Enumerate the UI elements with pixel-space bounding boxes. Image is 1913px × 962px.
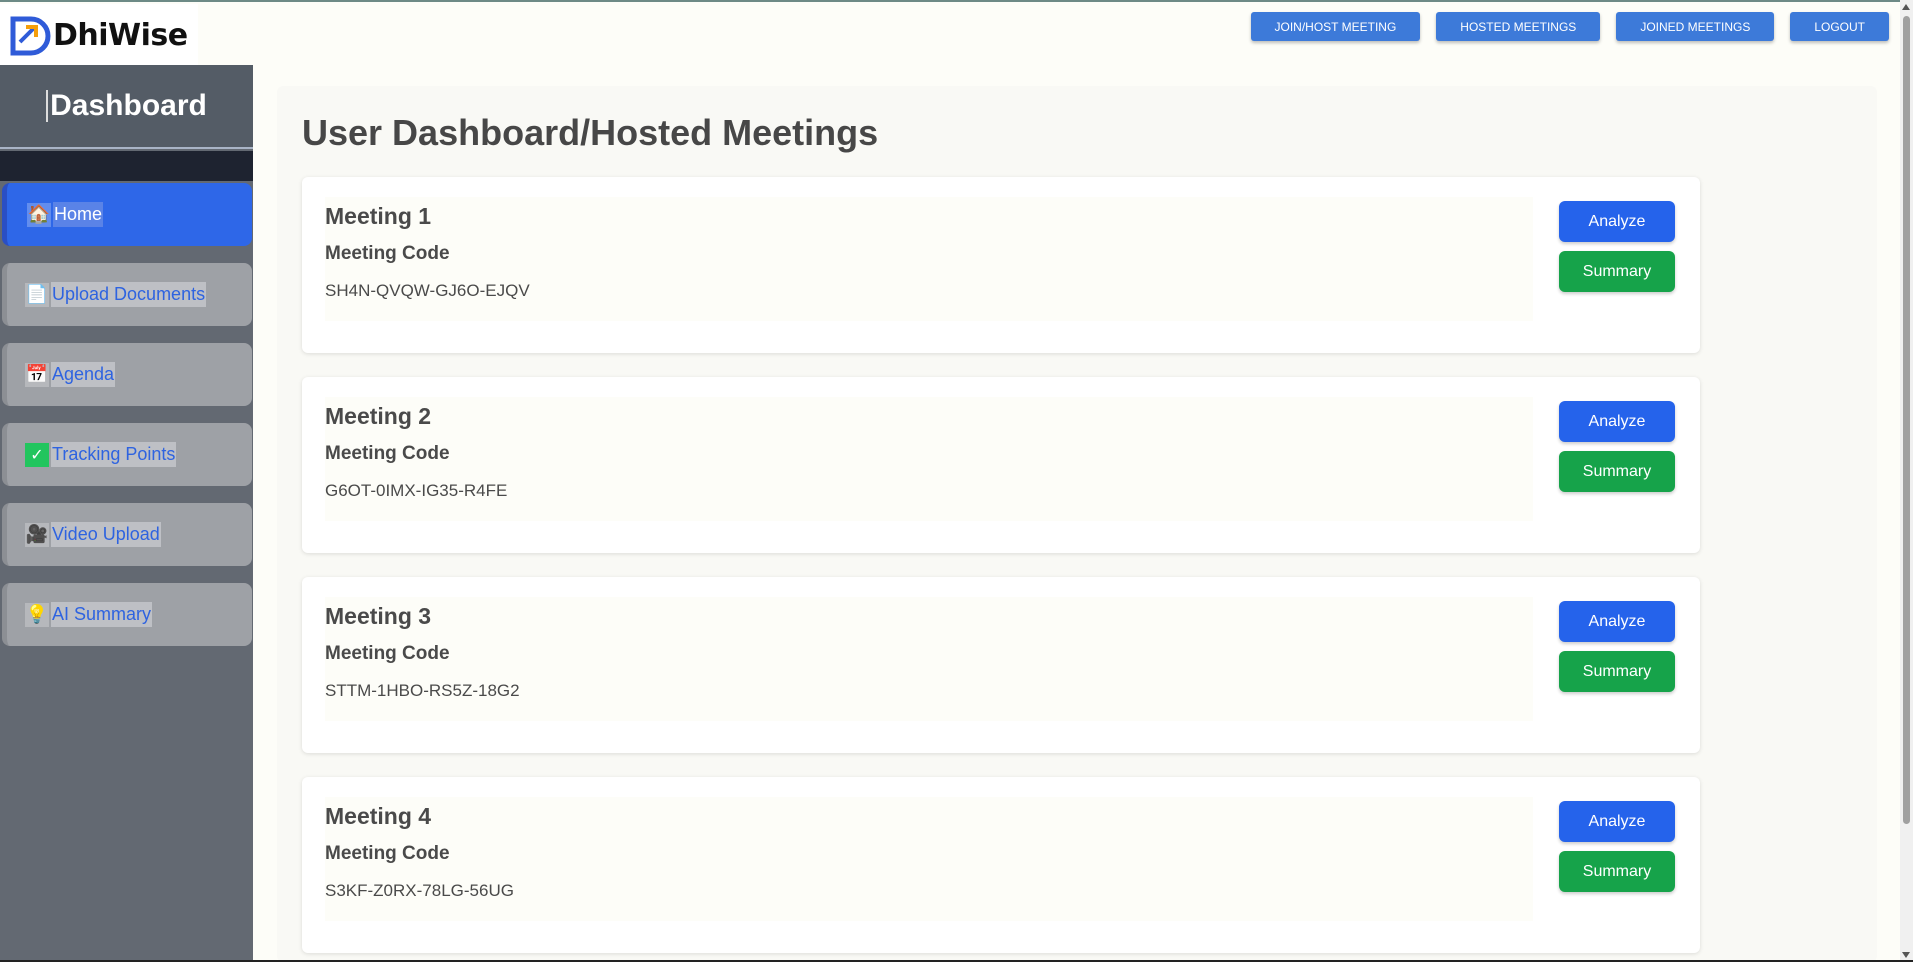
sidebar-item-label: Video Upload [51, 522, 161, 547]
sidebar-title: Dashboard [46, 90, 207, 122]
lightbulb-icon: 💡 [25, 602, 49, 627]
top-header: DhiWise JOIN/HOST MEETING HOSTED MEETING… [0, 0, 1913, 67]
brand-logo[interactable]: DhiWise [0, 4, 198, 67]
meeting-title: Meeting 4 [325, 803, 432, 829]
main-content: User Dashboard/Hosted Meetings Meeting 1… [277, 86, 1877, 962]
dhiwise-logo-icon [10, 16, 51, 55]
logout-button[interactable]: LOGOUT [1790, 12, 1889, 41]
meeting-card: Meeting 3 Meeting Code STTM-1HBO-RS5Z-18… [302, 577, 1700, 753]
sidebar-item-label: Home [53, 202, 104, 227]
summary-button[interactable]: Summary [1559, 851, 1675, 892]
analyze-button[interactable]: Analyze [1559, 801, 1675, 842]
sidebar-header: Dashboard [0, 65, 253, 149]
sidebar-item-label: Agenda [51, 362, 116, 387]
meeting-code: S3KF-Z0RX-78LG-56UG [325, 881, 514, 900]
document-icon: 📄 [25, 282, 49, 307]
meeting-code-label: Meeting Code [325, 843, 450, 864]
page-scrollbar[interactable] [1900, 0, 1913, 962]
meeting-card: Meeting 1 Meeting Code SH4N-QVQW-GJ6O-EJ… [302, 177, 1700, 353]
meeting-code-label: Meeting Code [325, 643, 450, 664]
summary-button[interactable]: Summary [1559, 251, 1675, 292]
checkmark-icon: ✓ [25, 442, 49, 467]
scrollbar-thumb[interactable] [1903, 16, 1910, 824]
sidebar-item-ai-summary[interactable]: 💡 AI Summary [2, 583, 252, 646]
sidebar-item-tracking-points[interactable]: ✓ Tracking Points [2, 423, 252, 486]
meeting-title: Meeting 1 [325, 203, 432, 229]
sidebar-item-video-upload[interactable]: 🎥 Video Upload [2, 503, 252, 566]
sidebar-item-label: Upload Documents [51, 282, 207, 307]
hosted-meetings-button[interactable]: HOSTED MEETINGS [1436, 12, 1601, 41]
sidebar-item-home[interactable]: 🏠 Home [2, 183, 252, 246]
page-title: User Dashboard/Hosted Meetings [302, 112, 879, 153]
meeting-card: Meeting 2 Meeting Code G6OT-0IMX-IG35-R4… [302, 377, 1700, 553]
meeting-card: Meeting 4 Meeting Code S3KF-Z0RX-78LG-56… [302, 777, 1700, 953]
joined-meetings-button[interactable]: JOINED MEETINGS [1616, 12, 1775, 41]
join-host-meeting-button[interactable]: JOIN/HOST MEETING [1250, 12, 1421, 41]
calendar-icon: 📅 [25, 362, 49, 387]
top-navigation: JOIN/HOST MEETING HOSTED MEETINGS JOINED… [1250, 12, 1889, 41]
meeting-code: G6OT-0IMX-IG35-R4FE [325, 481, 508, 500]
sidebar-item-label: Tracking Points [51, 442, 177, 467]
analyze-button[interactable]: Analyze [1559, 601, 1675, 642]
video-camera-icon: 🎥 [25, 522, 49, 547]
summary-button[interactable]: Summary [1559, 651, 1675, 692]
meeting-info: Meeting 2 Meeting Code G6OT-0IMX-IG35-R4… [325, 397, 1533, 521]
sidebar-item-agenda[interactable]: 📅 Agenda [2, 343, 252, 406]
sidebar-divider [0, 151, 253, 181]
meeting-info: Meeting 3 Meeting Code STTM-1HBO-RS5Z-18… [325, 597, 1533, 721]
analyze-button[interactable]: Analyze [1559, 401, 1675, 442]
sidebar: Dashboard 🏠 Home 📄 Upload Documents 📅 Ag… [0, 65, 253, 962]
sidebar-item-upload-documents[interactable]: 📄 Upload Documents [2, 263, 252, 326]
meeting-title: Meeting 3 [325, 603, 432, 629]
scroll-down-arrow-icon[interactable] [1902, 952, 1910, 958]
scroll-up-arrow-icon[interactable] [1902, 4, 1910, 10]
meeting-title: Meeting 2 [325, 403, 432, 429]
analyze-button[interactable]: Analyze [1559, 201, 1675, 242]
meeting-code: STTM-1HBO-RS5Z-18G2 [325, 681, 520, 700]
sidebar-item-label: AI Summary [51, 602, 153, 627]
meeting-code: SH4N-QVQW-GJ6O-EJQV [325, 281, 530, 300]
brand-name: DhiWise [53, 18, 188, 53]
meeting-info: Meeting 4 Meeting Code S3KF-Z0RX-78LG-56… [325, 797, 1533, 921]
meeting-code-label: Meeting Code [325, 443, 450, 464]
house-icon: 🏠 [27, 202, 51, 227]
meeting-info: Meeting 1 Meeting Code SH4N-QVQW-GJ6O-EJ… [325, 197, 1533, 321]
meeting-code-label: Meeting Code [325, 243, 450, 264]
summary-button[interactable]: Summary [1559, 451, 1675, 492]
